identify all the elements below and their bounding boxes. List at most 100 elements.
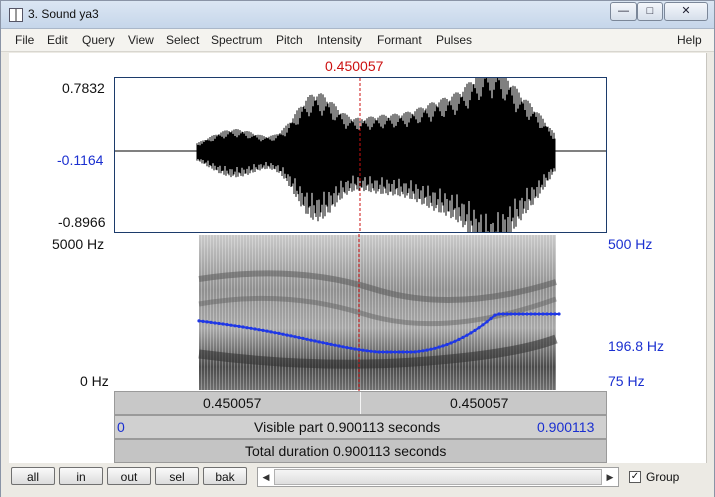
menu-pulses[interactable]: Pulses bbox=[436, 33, 472, 47]
zoom-all-button[interactable]: all bbox=[11, 467, 55, 485]
scroll-thumb[interactable] bbox=[274, 469, 602, 485]
pitch-point bbox=[217, 321, 221, 326]
pitch-point bbox=[277, 331, 281, 335]
menu-file[interactable]: File bbox=[15, 33, 34, 47]
pitch-point bbox=[505, 312, 509, 316]
pitch-value-label: 196.8 Hz bbox=[608, 338, 665, 354]
pitch-point bbox=[325, 342, 329, 346]
pitch-point bbox=[317, 340, 321, 344]
visible-part-bar[interactable]: 0 Visible part 0.900113 seconds 0.900113 bbox=[114, 415, 607, 439]
pitch-point bbox=[241, 325, 245, 329]
pitch-point bbox=[521, 312, 525, 316]
menu-spectrum[interactable]: Spectrum bbox=[211, 33, 262, 47]
waveform-panel[interactable] bbox=[114, 77, 607, 233]
pitch-point bbox=[337, 344, 341, 348]
pitch-point bbox=[329, 342, 333, 346]
close-button[interactable]: ✕ bbox=[664, 2, 708, 21]
pitch-point bbox=[477, 326, 481, 330]
pitch-point bbox=[509, 312, 513, 316]
pitch-point bbox=[381, 350, 385, 354]
pitch-point bbox=[425, 348, 429, 352]
pitch-point bbox=[257, 328, 261, 332]
selection-time-bar[interactable]: 0.450057 0.450057 bbox=[114, 391, 607, 415]
pitch-point bbox=[417, 349, 421, 353]
pitch-point bbox=[197, 319, 201, 323]
scroll-left-icon[interactable]: ◀ bbox=[258, 468, 274, 486]
pitch-point bbox=[245, 326, 249, 330]
pitch-point bbox=[313, 339, 317, 343]
waveform-trace bbox=[196, 78, 556, 232]
waveform-cursor-value: -0.1164 bbox=[57, 152, 104, 168]
pitch-point bbox=[441, 344, 445, 348]
pitch-point bbox=[301, 336, 305, 340]
pitch-point bbox=[221, 322, 225, 326]
zoom-selection-button[interactable]: sel bbox=[155, 467, 199, 485]
spectrogram-panel[interactable] bbox=[114, 234, 607, 391]
pitch-point bbox=[377, 350, 381, 354]
total-duration-bar[interactable]: Total duration 0.900113 seconds bbox=[114, 439, 607, 463]
pitch-point bbox=[537, 312, 541, 316]
pitch-point bbox=[421, 349, 425, 353]
praat-sound-window: 3. Sound ya3 — □ ✕ File Edit Query View … bbox=[0, 0, 715, 497]
pitch-point bbox=[497, 312, 501, 316]
time-scrollbar[interactable]: ◀ ▶ bbox=[257, 467, 619, 487]
pitch-point bbox=[473, 328, 477, 332]
pitch-point bbox=[285, 333, 289, 337]
pitch-point bbox=[389, 350, 393, 354]
pitch-point bbox=[437, 345, 441, 349]
time-bar-right-label: 0.450057 bbox=[450, 395, 509, 411]
pitch-point bbox=[409, 350, 413, 354]
pitch-point bbox=[353, 347, 357, 351]
pitch-point bbox=[269, 330, 273, 334]
menu-pitch[interactable]: Pitch bbox=[276, 33, 303, 47]
pitch-point bbox=[289, 334, 293, 338]
waveform-min-label: -0.8966 bbox=[58, 214, 106, 230]
spectrogram-freq-max: 5000 Hz bbox=[52, 236, 105, 252]
pitch-point bbox=[357, 348, 361, 352]
menu-formant[interactable]: Formant bbox=[377, 33, 422, 47]
waveform-max-label: 0.7832 bbox=[62, 80, 105, 96]
menu-edit[interactable]: Edit bbox=[47, 33, 68, 47]
pitch-point bbox=[465, 333, 469, 337]
pitch-point bbox=[233, 324, 237, 328]
pitch-point bbox=[345, 346, 349, 350]
minimize-button[interactable]: — bbox=[610, 2, 637, 21]
zoom-in-button[interactable]: in bbox=[59, 467, 103, 485]
window-title: 3. Sound ya3 bbox=[28, 7, 99, 21]
menu-help[interactable]: Help bbox=[677, 33, 702, 47]
pitch-point bbox=[545, 312, 549, 316]
pitch-point bbox=[229, 323, 233, 327]
scroll-right-icon[interactable]: ▶ bbox=[602, 468, 618, 486]
pitch-point bbox=[385, 350, 389, 354]
pitch-point bbox=[281, 332, 285, 336]
visible-start-label: 0 bbox=[117, 419, 125, 435]
pitch-point bbox=[205, 320, 209, 324]
pitch-point bbox=[529, 312, 533, 316]
pitch-point bbox=[541, 312, 545, 316]
pitch-point bbox=[341, 345, 345, 349]
group-checkbox[interactable]: ✓ bbox=[629, 471, 641, 483]
pitch-point bbox=[401, 350, 405, 354]
maximize-button[interactable]: □ bbox=[637, 2, 663, 21]
menu-query[interactable]: Query bbox=[82, 33, 115, 47]
zoom-out-button[interactable]: out bbox=[107, 467, 151, 485]
pitch-point bbox=[201, 319, 205, 323]
pitch-point bbox=[365, 349, 369, 353]
app-icon bbox=[9, 8, 23, 22]
pitch-point bbox=[549, 312, 553, 316]
pitch-point bbox=[553, 312, 557, 316]
menu-intensity[interactable]: Intensity bbox=[317, 33, 362, 47]
pitch-point bbox=[261, 328, 265, 332]
time-bar-left-label: 0.450057 bbox=[203, 395, 262, 411]
spectrogram-plot bbox=[197, 234, 561, 391]
title-bar: 3. Sound ya3 — □ ✕ bbox=[1, 1, 714, 29]
menu-select[interactable]: Select bbox=[166, 33, 199, 47]
pitch-point bbox=[453, 339, 457, 343]
pitch-point bbox=[253, 327, 257, 331]
pitch-point bbox=[373, 350, 377, 354]
time-bar-left-segment[interactable]: 0.450057 bbox=[115, 392, 361, 414]
menu-view[interactable]: View bbox=[128, 33, 154, 47]
pitch-point bbox=[361, 348, 365, 352]
zoom-back-button[interactable]: bak bbox=[203, 467, 247, 485]
pitch-point bbox=[273, 331, 277, 335]
